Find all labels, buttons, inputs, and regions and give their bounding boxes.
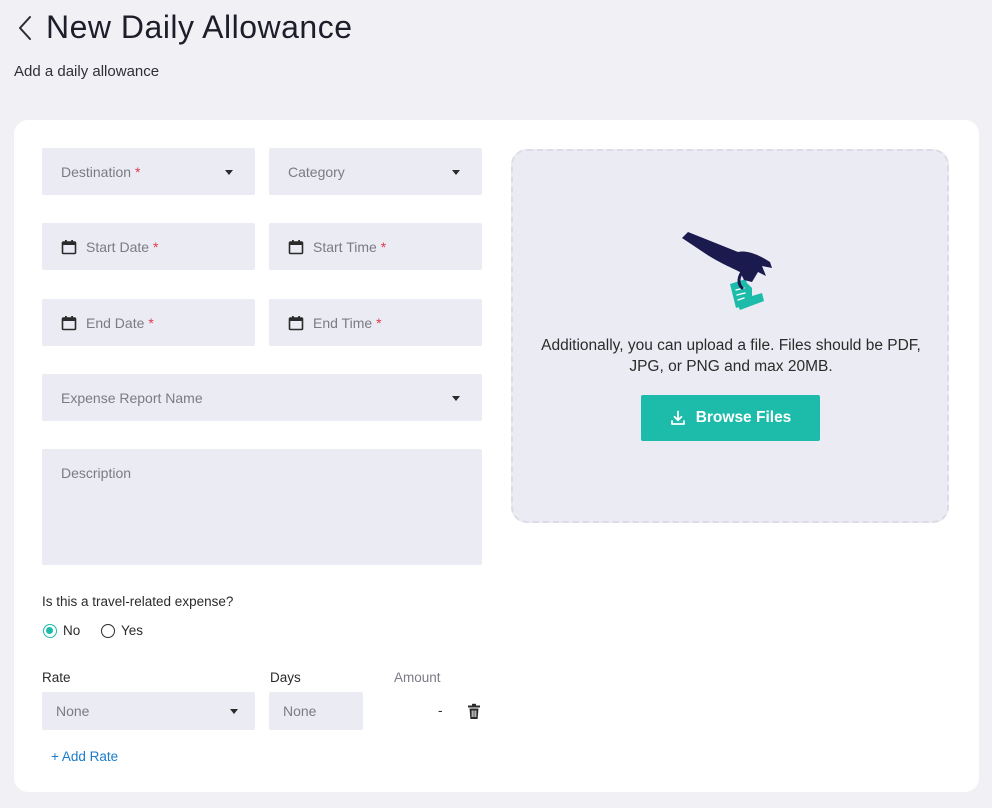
travel-question: Is this a travel-related expense?	[42, 594, 234, 609]
end-time-field[interactable]: End Time *	[269, 299, 482, 346]
start-date-field[interactable]: Start Date *	[42, 223, 255, 270]
days-input[interactable]: None	[269, 692, 363, 730]
add-rate-link[interactable]: + Add Rate	[51, 749, 118, 764]
back-button[interactable]	[10, 10, 40, 46]
end-date-field[interactable]: End Date *	[42, 299, 255, 346]
download-icon	[670, 410, 685, 425]
required-mark: *	[376, 314, 382, 331]
description-textarea[interactable]: Description	[42, 449, 482, 565]
required-mark: *	[153, 238, 159, 255]
days-header: Days	[270, 670, 301, 685]
page-title: New Daily Allowance	[46, 9, 353, 45]
calendar-icon	[61, 315, 77, 330]
receipt-hand-icon	[682, 232, 772, 310]
radio-yes[interactable]: Yes	[100, 622, 150, 640]
radio-no-label: No	[63, 623, 81, 638]
caret-down-icon	[230, 709, 238, 714]
browse-files-button[interactable]: Browse Files	[641, 395, 820, 441]
radio-unchecked-icon	[101, 624, 115, 638]
category-select[interactable]: Category	[269, 148, 482, 195]
calendar-icon	[288, 239, 304, 254]
start-time-label: Start Time	[313, 238, 377, 255]
page-subtitle: Add a daily allowance	[14, 63, 160, 80]
end-time-label: End Time	[313, 314, 373, 331]
amount-value: -	[438, 703, 443, 718]
amount-header: Amount	[394, 670, 441, 685]
destination-label: Destination	[61, 163, 132, 180]
radio-no[interactable]: No	[42, 622, 87, 640]
trash-icon	[468, 703, 480, 719]
delete-rate-button[interactable]	[466, 703, 482, 720]
end-date-label: End Date	[86, 314, 145, 331]
calendar-icon	[288, 315, 304, 330]
rate-select[interactable]: None	[42, 692, 255, 730]
destination-select[interactable]: Destination *	[42, 148, 255, 195]
upload-instructions: Additionally, you can upload a file. Fil…	[541, 337, 921, 375]
description-label: Description	[61, 465, 132, 481]
required-mark: *	[135, 163, 141, 180]
caret-down-icon	[452, 395, 460, 401]
caret-down-icon	[452, 169, 460, 175]
start-time-field[interactable]: Start Time *	[269, 223, 482, 270]
required-mark: *	[380, 238, 387, 255]
caret-down-icon	[225, 169, 233, 175]
radio-checked-icon	[43, 624, 57, 638]
expense-report-label: Expense Report Name	[61, 389, 203, 406]
rate-header: Rate	[42, 670, 71, 685]
chevron-left-icon	[19, 16, 31, 40]
browse-files-label: Browse Files	[695, 409, 792, 426]
radio-yes-label: Yes	[121, 623, 144, 638]
calendar-icon	[61, 239, 77, 254]
expense-report-select[interactable]: Expense Report Name	[42, 374, 482, 421]
start-date-label: Start Date	[86, 238, 150, 255]
days-value: None	[283, 703, 317, 719]
rate-value: None	[56, 703, 90, 719]
required-mark: *	[148, 314, 154, 331]
category-label: Category	[288, 163, 345, 180]
